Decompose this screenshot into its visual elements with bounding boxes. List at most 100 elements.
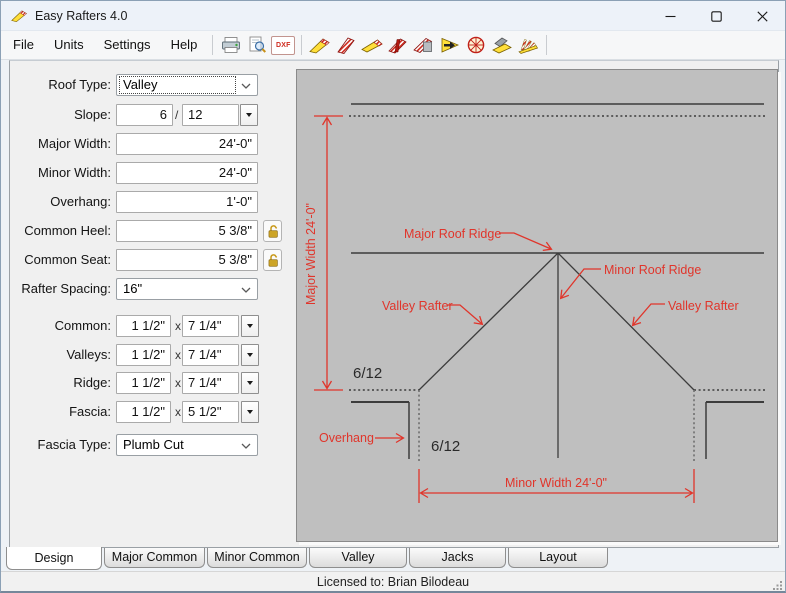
app-window: Easy Rafters 4.0 File Units Settings Hel…: [0, 0, 786, 593]
common-rafter-button[interactable]: [307, 33, 333, 57]
maximize-button[interactable]: [693, 1, 739, 31]
common-rafter-icon: [309, 38, 331, 54]
shed-roof-button[interactable]: [489, 33, 515, 57]
major-width-input[interactable]: 24'-0": [116, 133, 258, 155]
roof-type-combobox[interactable]: Valley: [116, 74, 258, 96]
ridge-width-input[interactable]: 1 1/2": [116, 372, 171, 394]
overhang-input[interactable]: 1'-0": [116, 191, 258, 213]
minor-width-input[interactable]: 24'-0": [116, 162, 258, 184]
valleys-depth-input[interactable]: 7 1/4": [182, 344, 239, 366]
valleys-width-input[interactable]: 1 1/2": [116, 344, 171, 366]
roof-diagram: Major Width 24'-0" Major Roof Ridge Mino…: [304, 103, 766, 503]
minor-roof-ridge-leader: [559, 268, 601, 300]
tab-design[interactable]: Design: [6, 547, 102, 570]
open-padlock-icon: [268, 225, 278, 238]
chevron-down-icon: [241, 443, 251, 449]
license-status-text: Licensed to: Brian Bilodeau: [316, 575, 470, 589]
common-heel-label: Common Heel:: [24, 223, 111, 238]
valley-rafter-right-leader: [631, 303, 665, 327]
overhang-label: Overhang:: [50, 194, 111, 209]
valley-rafter-left-label: Valley Rafter: [382, 299, 453, 313]
slope-upper-label: 6/12: [353, 365, 382, 382]
close-button[interactable]: [739, 1, 785, 31]
common-heel-input[interactable]: 5 3/8": [116, 220, 258, 242]
major-width-row: Major Width: 24'-0": [1, 133, 293, 155]
title-bar[interactable]: Easy Rafters 4.0: [1, 1, 785, 31]
hip-rafter-button[interactable]: [333, 33, 359, 57]
roof-type-row: Roof Type: Valley: [1, 74, 293, 96]
fascia-type-label: Fascia Type:: [37, 437, 111, 452]
minor-width-dim-label: Minor Width 24'-0": [505, 476, 607, 490]
slope-rise-input[interactable]: 6: [116, 104, 173, 126]
fan-rafters-button[interactable]: [515, 33, 541, 57]
jack-rafter-button[interactable]: [385, 33, 411, 57]
minimize-icon: [665, 15, 675, 17]
ridge-depth-input[interactable]: 7 1/4": [182, 372, 239, 394]
tab-valley[interactable]: Valley: [309, 548, 407, 568]
fascia-width-input[interactable]: 1 1/2": [116, 401, 171, 423]
rafter-square-button[interactable]: [411, 33, 437, 57]
close-icon: [756, 10, 768, 22]
rafter-spacing-combobox[interactable]: 16": [116, 278, 258, 300]
common-seat-row: Common Seat: 5 3/8": [1, 249, 293, 271]
dropdown-arrow-icon: [247, 353, 253, 357]
by-symbol: x: [175, 405, 181, 419]
overhang-row: Overhang: 1'-0": [1, 191, 293, 213]
ridge-size-dropdown-button[interactable]: [241, 372, 259, 394]
slope-run-input[interactable]: 12: [182, 104, 239, 126]
rafter-spacing-label: Rafter Spacing:: [21, 281, 111, 296]
common-seat-input[interactable]: 5 3/8": [116, 249, 258, 271]
rafter-square-icon: [413, 38, 433, 53]
print-button[interactable]: [218, 33, 244, 57]
menu-file[interactable]: File: [3, 31, 44, 59]
menu-settings[interactable]: Settings: [94, 31, 161, 59]
menu-help[interactable]: Help: [161, 31, 208, 59]
dropdown-arrow-icon: [247, 410, 253, 414]
major-roof-ridge-leader: [499, 232, 553, 251]
common-seat-label: Common Seat:: [24, 252, 111, 267]
fascia-lumber-row: Fascia: 1 1/2" x 5 1/2": [1, 401, 293, 423]
rafter-spacing-row: Rafter Spacing: 16": [1, 278, 293, 300]
slope-dropdown-button[interactable]: [240, 104, 258, 126]
slope-row: Slope: 6 / 12: [1, 104, 293, 126]
minor-roof-ridge-label: Minor Roof Ridge: [604, 263, 701, 277]
by-symbol: x: [175, 319, 181, 333]
fascia-size-dropdown-button[interactable]: [241, 401, 259, 423]
ridge-lumber-label: Ridge:: [73, 375, 111, 390]
gable-roof-button[interactable]: [437, 33, 463, 57]
menu-units[interactable]: Units: [44, 31, 94, 59]
fascia-type-value: Plumb Cut: [123, 437, 184, 452]
fascia-lumber-label: Fascia:: [69, 404, 111, 419]
tab-jacks[interactable]: Jacks: [409, 548, 506, 568]
print-preview-button[interactable]: [244, 33, 270, 57]
minimize-button[interactable]: [647, 1, 693, 31]
fascia-type-row: Fascia Type: Plumb Cut: [1, 434, 293, 456]
common-seat-lock-button[interactable]: [263, 249, 282, 271]
fan-rafters-icon: [518, 39, 539, 54]
valley-rafter-button[interactable]: [359, 33, 385, 57]
jack-rafter-icon: [388, 38, 407, 54]
dropdown-arrow-icon: [246, 113, 252, 117]
fascia-depth-input[interactable]: 5 1/2": [182, 401, 239, 423]
major-roof-ridge-label: Major Roof Ridge: [404, 227, 501, 241]
resize-grip[interactable]: [773, 580, 783, 590]
roof-diagram-panel: Major Width 24'-0" Major Roof Ridge Mino…: [296, 69, 778, 542]
tab-minor-common[interactable]: Minor Common: [207, 548, 307, 568]
fascia-type-combobox[interactable]: Plumb Cut: [116, 434, 258, 456]
tab-strip: Design Major Common Minor Common Valley …: [1, 547, 785, 571]
minor-width-label: Minor Width:: [38, 165, 111, 180]
octagon-roof-button[interactable]: [463, 33, 489, 57]
dxf-export-button[interactable]: DXF: [270, 33, 296, 57]
tab-major-common[interactable]: Major Common: [104, 548, 205, 568]
common-heel-lock-button[interactable]: [263, 220, 282, 242]
window-title: Easy Rafters 4.0: [35, 9, 128, 23]
by-symbol: x: [175, 376, 181, 390]
common-size-dropdown-button[interactable]: [241, 315, 259, 337]
valleys-size-dropdown-button[interactable]: [241, 344, 259, 366]
common-depth-input[interactable]: 7 1/4": [182, 315, 239, 337]
dropdown-arrow-icon: [247, 324, 253, 328]
slope-label: Slope:: [74, 107, 111, 122]
tab-layout[interactable]: Layout: [508, 548, 608, 568]
printer-icon: [222, 37, 241, 53]
common-width-input[interactable]: 1 1/2": [116, 315, 171, 337]
